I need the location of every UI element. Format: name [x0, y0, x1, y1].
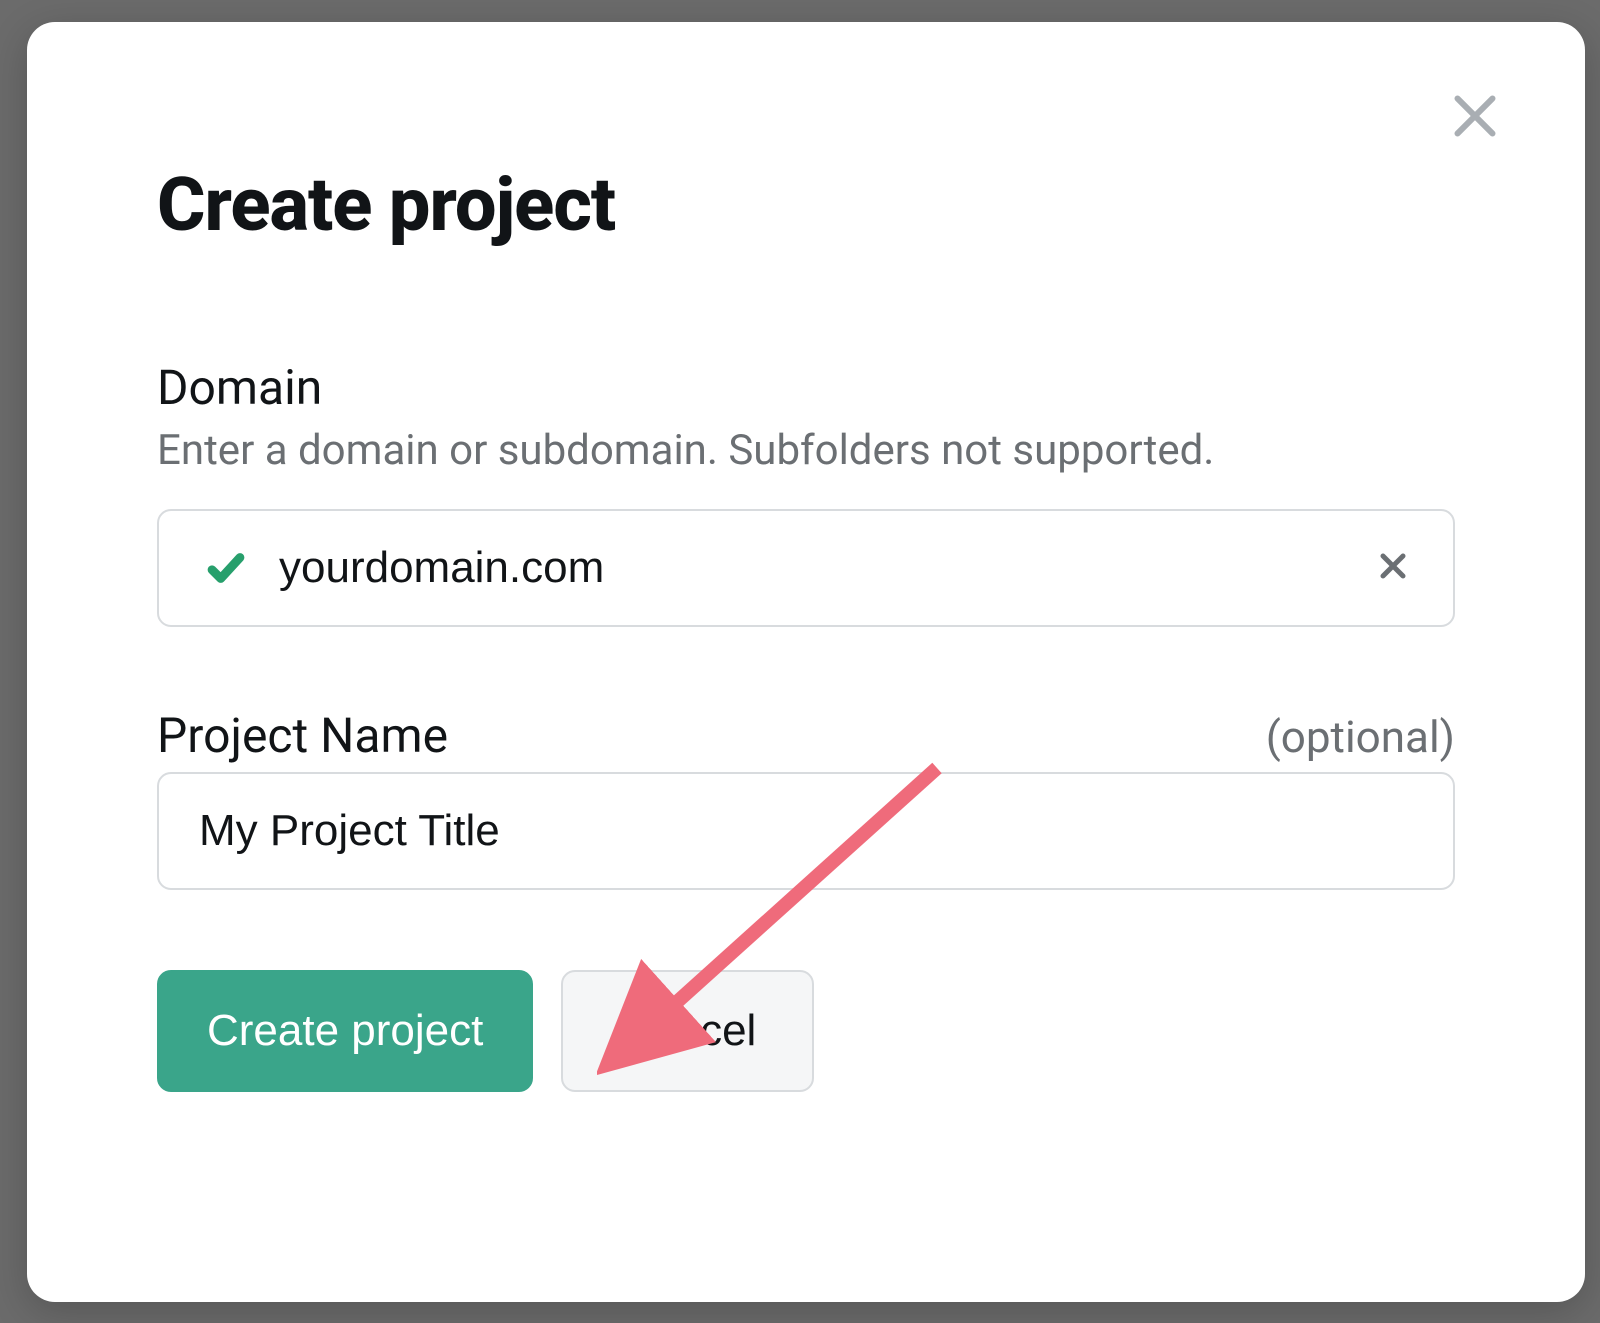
close-icon: [1445, 86, 1505, 149]
modal-title: Create project: [157, 162, 1455, 249]
cancel-button[interactable]: Cancel: [561, 970, 814, 1092]
clear-icon: [1373, 546, 1413, 589]
close-button[interactable]: [1440, 82, 1510, 152]
domain-help-text: Enter a domain or subdomain. Subfolders …: [157, 424, 1455, 479]
modal-actions: Create project Cancel: [157, 970, 1455, 1092]
domain-input[interactable]: [157, 509, 1455, 627]
checkmark-icon: [205, 547, 247, 589]
project-name-input[interactable]: [157, 772, 1455, 890]
project-name-label: Project Name: [157, 707, 448, 764]
create-project-modal: Create project Domain Enter a domain or …: [27, 22, 1585, 1302]
create-project-button[interactable]: Create project: [157, 970, 533, 1092]
project-name-field-group: Project Name (optional): [157, 707, 1455, 890]
domain-field-group: Domain Enter a domain or subdomain. Subf…: [157, 359, 1455, 627]
optional-label: (optional): [1266, 711, 1455, 763]
clear-domain-button[interactable]: [1371, 546, 1415, 590]
project-name-input-wrapper: [157, 772, 1455, 890]
domain-label: Domain: [157, 359, 322, 416]
domain-input-wrapper: [157, 509, 1455, 627]
